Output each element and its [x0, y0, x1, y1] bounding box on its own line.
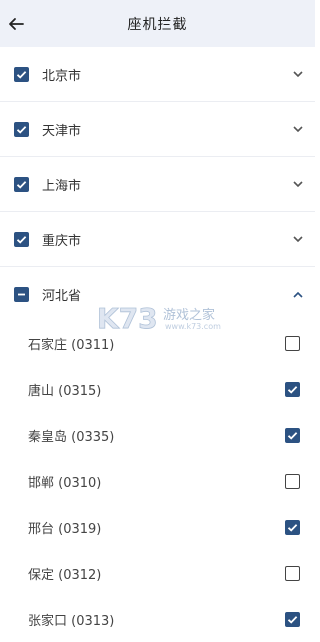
- city-checkbox[interactable]: [285, 565, 300, 581]
- province-checkbox[interactable]: [14, 176, 29, 192]
- city-label: 邯郸 (0310): [28, 475, 102, 491]
- k73-logo-icon: K73: [97, 302, 158, 336]
- province-checkbox[interactable]: [14, 66, 29, 82]
- city-label: 唐山 (0315): [28, 383, 102, 399]
- chevron-down-icon[interactable]: [291, 122, 305, 136]
- city-checkbox[interactable]: [285, 611, 300, 627]
- check-icon: [16, 125, 27, 134]
- city-label: 张家口 (0313): [28, 613, 115, 629]
- check-icon: [16, 70, 27, 79]
- check-icon: [16, 235, 27, 244]
- city-checkbox[interactable]: [285, 473, 300, 489]
- province-checkbox-partial[interactable]: [14, 287, 29, 302]
- city-label: 邢台 (0319): [28, 521, 102, 537]
- city-row[interactable]: 邢台 (0319): [0, 504, 315, 550]
- app-header: 座机拦截: [0, 0, 315, 47]
- svg-text:K73: K73: [97, 302, 158, 335]
- city-row[interactable]: 张家口 (0313): [0, 596, 315, 642]
- minus-icon: [18, 293, 25, 296]
- chevron-down-icon[interactable]: [291, 232, 305, 246]
- city-label: 秦皇岛 (0335): [28, 429, 115, 445]
- city-label: 保定 (0312): [28, 567, 102, 583]
- province-row-tianjin[interactable]: 天津市: [0, 102, 315, 157]
- province-label: 上海市: [42, 178, 82, 194]
- city-row[interactable]: 秦皇岛 (0335): [0, 412, 315, 458]
- city-checkbox[interactable]: [285, 519, 300, 535]
- province-checkbox[interactable]: [14, 121, 29, 137]
- province-label: 河北省: [42, 289, 82, 304]
- city-checkbox[interactable]: [285, 427, 300, 443]
- province-row-beijing[interactable]: 北京市: [0, 47, 315, 102]
- province-row-shanghai[interactable]: 上海市: [0, 157, 315, 212]
- city-row[interactable]: 邯郸 (0310): [0, 458, 315, 504]
- province-label: 北京市: [42, 68, 82, 84]
- check-icon: [287, 431, 298, 440]
- check-icon: [16, 180, 27, 189]
- city-checkbox[interactable]: [285, 335, 300, 351]
- check-icon: [287, 385, 298, 394]
- chevron-down-icon[interactable]: [291, 177, 305, 191]
- province-row-chongqing[interactable]: 重庆市: [0, 212, 315, 267]
- page-title: 座机拦截: [127, 17, 188, 33]
- check-icon: [287, 615, 298, 624]
- city-row[interactable]: 唐山 (0315): [0, 366, 315, 412]
- province-checkbox[interactable]: [14, 231, 29, 247]
- watermark-text: 游戏之家: [163, 308, 216, 323]
- check-icon: [287, 523, 298, 532]
- city-checkbox[interactable]: [285, 381, 300, 397]
- province-label: 重庆市: [42, 233, 82, 249]
- chevron-down-icon[interactable]: [291, 67, 305, 81]
- province-label: 天津市: [42, 123, 82, 139]
- city-row[interactable]: 保定 (0312): [0, 550, 315, 596]
- watermark-url: www.k73.com: [165, 322, 221, 331]
- watermark: K73 游戏之家 www.k73.com: [95, 300, 225, 340]
- chevron-up-icon[interactable]: [291, 288, 305, 302]
